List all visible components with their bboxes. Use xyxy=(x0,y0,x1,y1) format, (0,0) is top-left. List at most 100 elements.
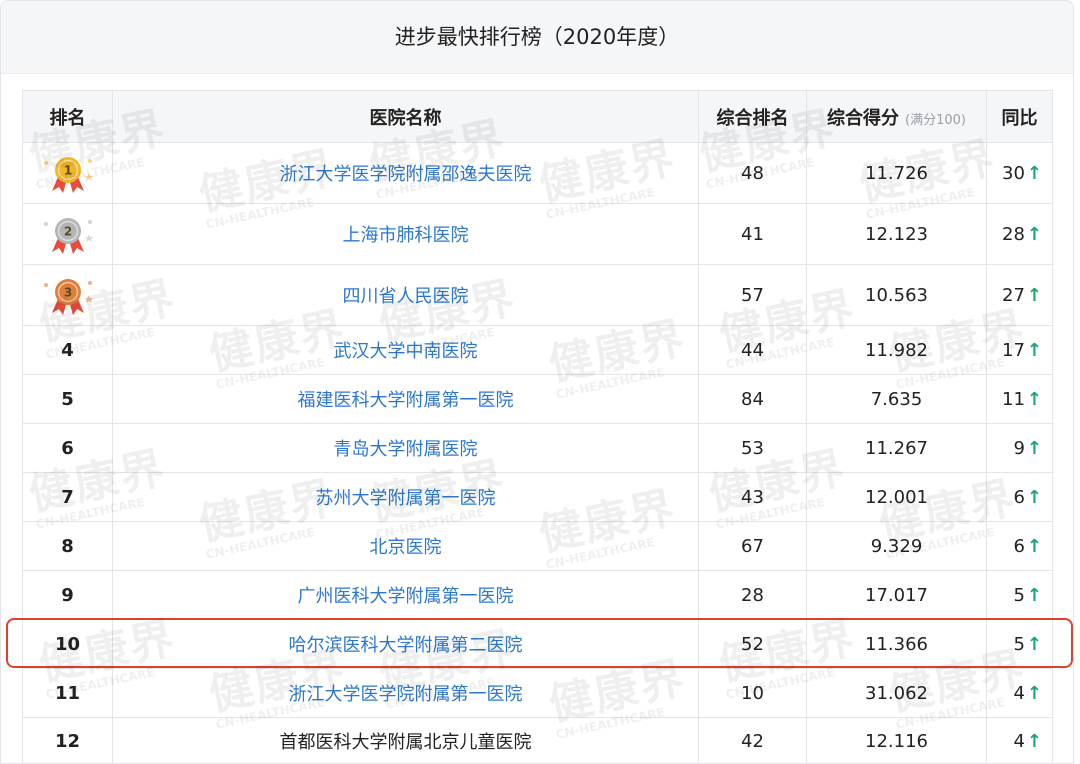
rank-value: 6 xyxy=(61,437,74,459)
overall-rank-cell: 52 xyxy=(698,619,807,669)
yoy-cell: 6 ↑ xyxy=(986,472,1053,522)
rank-cell: 1 xyxy=(22,142,113,204)
yoy-value: 5 xyxy=(1013,633,1025,655)
yoy-value: 11 xyxy=(1002,388,1025,410)
yoy-cell: 11 ↑ xyxy=(986,374,1053,424)
panel-title: 进步最快排行榜（2020年度） xyxy=(1,1,1073,74)
yoy-value: 5 xyxy=(1013,584,1025,606)
score-cell: 11.726 xyxy=(806,142,987,204)
arrow-up-icon: ↑ xyxy=(1026,162,1042,184)
rank-cell: 5 xyxy=(22,374,113,424)
hospital-name-link[interactable]: 福建医科大学附属第一医院 xyxy=(112,374,699,424)
score-cell: 9.329 xyxy=(806,521,987,571)
rank-value: 5 xyxy=(61,388,74,410)
header-hospital-name: 医院名称 xyxy=(112,90,699,143)
yoy-cell: 27 ↑ xyxy=(986,264,1053,326)
yoy-value: 9 xyxy=(1013,437,1025,459)
table-row: 7 苏州大学附属第一医院 43 12.001 6 ↑ xyxy=(22,472,1053,522)
table-row: 10 哈尔滨医科大学附属第二医院 52 11.366 5 ↑ xyxy=(22,619,1053,669)
arrow-up-icon: ↑ xyxy=(1026,437,1042,459)
arrow-up-icon: ↑ xyxy=(1026,339,1042,361)
yoy-cell: 28 ↑ xyxy=(986,203,1053,265)
rank-cell: 9 xyxy=(22,570,113,620)
hospital-name-link[interactable]: 哈尔滨医科大学附属第二医院 xyxy=(112,619,699,669)
rank-value: 7 xyxy=(61,486,74,508)
rank-value: 11 xyxy=(54,682,81,704)
medal-number: 3 xyxy=(63,286,71,300)
arrow-up-icon: ↑ xyxy=(1026,223,1042,245)
overall-rank-cell: 53 xyxy=(698,423,807,473)
score-cell: 11.982 xyxy=(806,325,987,375)
score-cell: 10.563 xyxy=(806,264,987,326)
rank-cell: 6 xyxy=(22,423,113,473)
arrow-up-icon: ↑ xyxy=(1026,584,1042,606)
yoy-value: 30 xyxy=(1002,162,1025,184)
medal-icon: 1 xyxy=(43,157,93,193)
arrow-up-icon: ↑ xyxy=(1026,388,1042,410)
arrow-up-icon: ↑ xyxy=(1026,535,1042,557)
rank-cell: 4 xyxy=(22,325,113,375)
rank-value: 9 xyxy=(61,584,74,606)
overall-rank-cell: 48 xyxy=(698,142,807,204)
hospital-name-link[interactable]: 浙江大学医学院附属第一医院 xyxy=(112,668,699,718)
arrow-up-icon: ↑ xyxy=(1026,633,1042,655)
header-overall-rank: 综合排名 xyxy=(698,90,807,143)
overall-rank-cell: 41 xyxy=(698,203,807,265)
yoy-cell: 5 ↑ xyxy=(986,619,1053,669)
medal-icon: 2 xyxy=(43,218,93,254)
overall-rank-cell: 10 xyxy=(698,668,807,718)
header-overall-score: 综合得分 (满分100) xyxy=(806,90,987,143)
table-row: 5 福建医科大学附属第一医院 84 7.635 11 ↑ xyxy=(22,374,1053,424)
table-header-row: 排名 医院名称 综合排名 综合得分 (满分100) 同比 xyxy=(22,90,1053,143)
yoy-value: 17 xyxy=(1002,339,1025,361)
arrow-up-icon: ↑ xyxy=(1026,284,1042,306)
table-row: 3 四川省人民医院 57 10.563 27 ↑ xyxy=(22,264,1053,326)
hospital-name-link[interactable]: 青岛大学附属医院 xyxy=(112,423,699,473)
arrow-up-icon: ↑ xyxy=(1026,730,1042,752)
score-cell: 17.017 xyxy=(806,570,987,620)
yoy-cell: 4 ↑ xyxy=(986,668,1053,718)
header-yoy: 同比 xyxy=(986,90,1053,143)
yoy-cell: 9 ↑ xyxy=(986,423,1053,473)
score-cell: 12.123 xyxy=(806,203,987,265)
medal-number: 2 xyxy=(63,225,71,239)
hospital-name-link[interactable]: 上海市肺科医院 xyxy=(112,203,699,265)
hospital-name-link[interactable]: 武汉大学中南医院 xyxy=(112,325,699,375)
overall-rank-cell: 84 xyxy=(698,374,807,424)
hospital-name-link[interactable]: 四川省人民医院 xyxy=(112,264,699,326)
yoy-value: 6 xyxy=(1013,486,1025,508)
rank-cell: 2 xyxy=(22,203,113,265)
header-score-label: 综合得分 xyxy=(827,107,900,129)
overall-rank-cell: 57 xyxy=(698,264,807,326)
table-row: 4 武汉大学中南医院 44 11.982 17 ↑ xyxy=(22,325,1053,375)
yoy-cell: 5 ↑ xyxy=(986,570,1053,620)
rank-value: 10 xyxy=(54,633,81,655)
yoy-value: 6 xyxy=(1013,535,1025,557)
overall-rank-cell: 28 xyxy=(698,570,807,620)
score-cell: 12.001 xyxy=(806,472,987,522)
table-row: 6 青岛大学附属医院 53 11.267 9 ↑ xyxy=(22,423,1053,473)
score-cell: 7.635 xyxy=(806,374,987,424)
score-cell: 11.366 xyxy=(806,619,987,669)
score-cell: 12.116 xyxy=(806,717,987,763)
yoy-cell: 30 ↑ xyxy=(986,142,1053,204)
overall-rank-cell: 44 xyxy=(698,325,807,375)
table-row: 2 上海市肺科医院 41 12.123 28 ↑ xyxy=(22,203,1053,265)
overall-rank-cell: 42 xyxy=(698,717,807,763)
header-score-note: (满分100) xyxy=(905,112,966,128)
medal-icon: 3 xyxy=(43,279,93,315)
overall-rank-cell: 67 xyxy=(698,521,807,571)
yoy-cell: 17 ↑ xyxy=(986,325,1053,375)
hospital-name-link[interactable]: 北京医院 xyxy=(112,521,699,571)
table-row: 12 首都医科大学附属北京儿童医院 42 12.116 4 ↑ xyxy=(22,717,1053,763)
rank-value: 4 xyxy=(61,339,74,361)
hospital-name-link[interactable]: 浙江大学医学院附属邵逸夫医院 xyxy=(112,142,699,204)
ranking-panel: 进步最快排行榜（2020年度） 排名 医院名称 综合排名 综合得分 (满分100)… xyxy=(0,0,1074,764)
hospital-name-link[interactable]: 苏州大学附属第一医院 xyxy=(112,472,699,522)
hospital-name-link[interactable]: 广州医科大学附属第一医院 xyxy=(112,570,699,620)
medal-number: 1 xyxy=(63,164,71,178)
yoy-cell: 4 ↑ xyxy=(986,717,1053,763)
yoy-value: 4 xyxy=(1013,730,1025,752)
table-row: 1 浙江大学医学院附属邵逸夫医院 48 11.726 30 ↑ xyxy=(22,142,1053,204)
rank-cell: 11 xyxy=(22,668,113,718)
